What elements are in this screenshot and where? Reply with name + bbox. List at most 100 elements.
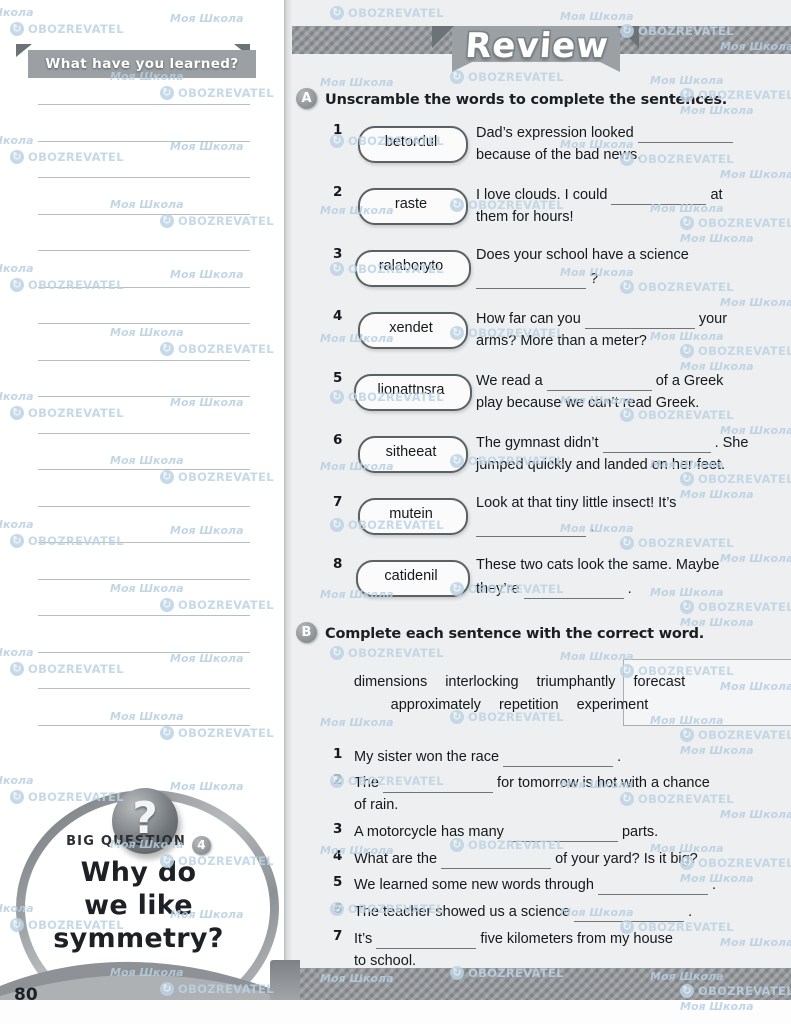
- writing-line[interactable]: [38, 213, 250, 215]
- page-gutter: [284, 0, 292, 1000]
- section-a-badge: A: [296, 88, 317, 109]
- sentence-line: .: [476, 514, 786, 538]
- sentence-line: them for hours!: [476, 209, 574, 225]
- scrambled-word: betordul: [384, 134, 438, 150]
- word-bank-word[interactable]: repetition: [499, 697, 559, 713]
- writing-line[interactable]: [38, 140, 250, 142]
- page-outer-margin: [0, 1000, 791, 1024]
- word-bank-word[interactable]: forecast: [634, 674, 686, 690]
- writing-line[interactable]: [38, 432, 250, 434]
- sentence-line: play because we can’t read Greek.: [476, 395, 700, 411]
- answer-blank[interactable]: [503, 744, 614, 767]
- word-bank-word[interactable]: interlocking: [445, 674, 518, 690]
- sentence-line: How far can you your: [476, 306, 786, 330]
- bottom-decorative-band: [292, 968, 791, 1000]
- sentence-line: My sister won the race .: [354, 744, 774, 768]
- answer-blank[interactable]: [523, 576, 624, 599]
- section-a-instruction: Unscramble the words to complete the sen…: [325, 92, 728, 108]
- word-bank-word[interactable]: triumphantly: [537, 674, 616, 690]
- workbook-page: What have you learned? BIG QUESTION 4 Why…: [0, 0, 791, 1024]
- writing-line[interactable]: [38, 651, 250, 653]
- big-question-line-2: we like: [84, 890, 193, 921]
- item-number: 7: [333, 928, 343, 944]
- writing-line[interactable]: [38, 688, 250, 689]
- answer-blank[interactable]: [383, 770, 494, 793]
- item-number: 3: [333, 821, 343, 837]
- item-number: 6: [333, 432, 343, 448]
- writing-line[interactable]: [38, 505, 250, 507]
- big-question-line-3: symmetry?: [53, 923, 224, 954]
- page-number: 80: [14, 985, 38, 1000]
- sentence-line: A motorcycle has many parts.: [354, 819, 774, 843]
- word-bank-word[interactable]: approximately: [391, 697, 481, 713]
- sentence-line: These two cats look the same. Maybe: [476, 557, 720, 573]
- writing-line[interactable]: [38, 396, 250, 397]
- writing-line[interactable]: [38, 615, 250, 616]
- sentence-line: because of the bad news.: [476, 147, 642, 163]
- big-question-label-text: BIG QUESTION: [66, 834, 186, 849]
- sentence-line: We learned some new words through .: [354, 872, 774, 896]
- sentence-text: The teacher showed us a science .: [354, 899, 774, 923]
- wave-graphic: [0, 961, 284, 1000]
- sentence-text: Dad’s expression looked because of the b…: [476, 120, 786, 166]
- answer-blank[interactable]: [574, 899, 685, 922]
- sentence-text: I love clouds. I could at them for hours!: [476, 182, 786, 228]
- writing-line[interactable]: [38, 578, 250, 580]
- sentence-text: We learned some new words through .: [354, 872, 774, 896]
- sentence-text: Does your school have a science ?: [476, 244, 786, 290]
- answer-blank[interactable]: [441, 846, 552, 869]
- answer-blank[interactable]: [611, 182, 707, 205]
- sentence-line: ?: [476, 266, 786, 290]
- sentence-line: The for tomorrow is hot with a chance: [354, 770, 774, 794]
- item-number: 2: [333, 184, 343, 200]
- answer-blank[interactable]: [602, 430, 711, 453]
- word-bank: [623, 659, 791, 726]
- word-bank-word[interactable]: dimensions: [354, 674, 427, 690]
- answer-blank[interactable]: [584, 306, 695, 329]
- answer-blank[interactable]: [507, 819, 618, 842]
- sentence-line: What are the of your yard? Is it big?: [354, 846, 774, 870]
- sentence-line: Does your school have a science: [476, 247, 689, 263]
- sentence-text: A motorcycle has many parts.: [354, 819, 774, 843]
- big-question-text: Why do we like symmetry?: [16, 856, 261, 955]
- sentence-text: My sister won the race .: [354, 744, 774, 768]
- big-question-number-badge: 4: [191, 836, 211, 855]
- sentence-text: We read a of a Greek play because we can’…: [476, 368, 786, 414]
- sentence-line: I love clouds. I could at: [476, 182, 786, 206]
- writing-line[interactable]: [38, 724, 250, 726]
- answer-blank[interactable]: [597, 872, 708, 895]
- scrambled-word: xendet: [389, 320, 433, 336]
- answer-blank[interactable]: [376, 926, 477, 949]
- answer-blank[interactable]: [476, 514, 586, 537]
- writing-line[interactable]: [38, 542, 250, 543]
- item-number: 1: [333, 746, 343, 762]
- big-question-line-1: Why do: [80, 857, 197, 888]
- big-question-label: BIG QUESTION 4: [16, 834, 261, 855]
- writing-line[interactable]: [38, 469, 250, 470]
- writing-line[interactable]: [38, 250, 250, 251]
- item-number: 5: [333, 874, 343, 890]
- answer-blank[interactable]: [637, 120, 733, 143]
- writing-line[interactable]: [38, 177, 250, 178]
- sentence-text: How far can you your arms? More than a me…: [476, 306, 786, 352]
- sentence-line: Look at that tiny little insect! It’s: [476, 495, 677, 511]
- scrambled-word: catidenil: [384, 568, 438, 584]
- answer-blank[interactable]: [546, 368, 652, 391]
- scrambled-word: mutein: [389, 506, 433, 522]
- word-bank-word[interactable]: experiment: [577, 697, 649, 713]
- sentence-line: Dad’s expression looked: [476, 120, 786, 144]
- answer-blank[interactable]: [476, 266, 586, 289]
- scrambled-word: ralaboryto: [378, 258, 444, 274]
- item-number: 5: [333, 370, 343, 386]
- sentence-text: The gymnast didn’t . She jumped quickly a…: [476, 430, 786, 476]
- writing-line[interactable]: [38, 323, 250, 324]
- sentence-line: It’s five kilometers from my house: [354, 926, 774, 950]
- section-b-badge: B: [296, 622, 317, 643]
- scrambled-word: sitheeat: [385, 444, 437, 460]
- what-have-you-learned-title: What have you learned?: [45, 56, 239, 72]
- writing-line[interactable]: [38, 104, 250, 105]
- writing-line[interactable]: [38, 286, 250, 288]
- scrambled-word: lionattnsra: [377, 382, 445, 398]
- writing-line[interactable]: [38, 359, 250, 361]
- sentence-line: of rain.: [354, 797, 399, 813]
